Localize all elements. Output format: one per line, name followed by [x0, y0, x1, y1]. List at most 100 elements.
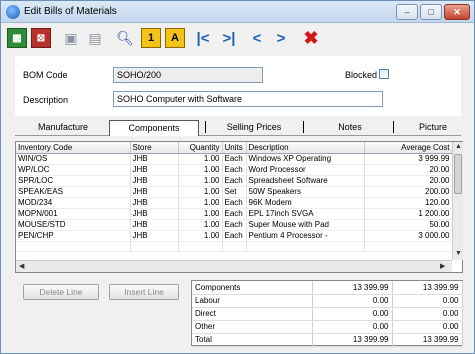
table-row[interactable] — [16, 241, 453, 253]
cell-quantity[interactable]: 1.00 — [178, 208, 223, 220]
cell-units[interactable]: Set — [222, 186, 247, 198]
cell-average-cost[interactable]: 50.00 — [364, 219, 453, 231]
vertical-scroll-thumb[interactable] — [454, 154, 462, 194]
cell-inventory-code[interactable] — [16, 241, 131, 253]
table-row[interactable]: MOPN/001 JHB 1.00 Each EPL 17inch SVGA 1… — [16, 208, 453, 220]
table-row[interactable]: MOD/234 JHB 1.00 Each 96K Modem 120.00 — [16, 197, 453, 209]
cell-average-cost[interactable]: 3 000.00 — [364, 230, 453, 242]
table-row[interactable]: SPEAK/EAS JHB 1.00 Set 50W Speakers 200.… — [16, 186, 453, 198]
tab-notes[interactable]: Notes — [315, 120, 385, 136]
cell-units[interactable] — [222, 241, 247, 253]
cell-inventory-code[interactable]: PEN/CHP — [16, 230, 131, 242]
cell-store[interactable] — [130, 241, 179, 253]
cell-description[interactable]: Windows XP Operating — [246, 153, 365, 165]
cell-quantity[interactable] — [178, 241, 223, 253]
column-header-average-cost[interactable]: Average Cost — [364, 142, 453, 154]
cell-inventory-code[interactable]: MOUSE/STD — [16, 219, 131, 231]
maximize-button[interactable]: □ — [420, 4, 442, 20]
cell-units[interactable]: Each — [222, 197, 247, 209]
last-record-icon[interactable]: >| — [219, 28, 239, 48]
minimize-button[interactable]: – — [396, 4, 418, 20]
description-field[interactable]: SOHO Computer with Software — [113, 91, 383, 107]
save-icon[interactable]: ▣ — [61, 28, 81, 48]
cell-store[interactable]: JHB — [130, 197, 179, 209]
cell-store[interactable]: JHB — [130, 186, 179, 198]
letter-a-icon[interactable]: A — [165, 28, 185, 48]
scroll-down-icon[interactable]: ▼ — [455, 250, 462, 257]
cell-description[interactable]: Spreadsheet Software — [246, 175, 365, 187]
previous-record-icon[interactable]: < — [247, 28, 267, 48]
cell-units[interactable]: Each — [222, 164, 247, 176]
cell-store[interactable]: JHB — [130, 230, 179, 242]
delete-line-button[interactable]: Delete Line — [23, 284, 99, 300]
save-all-icon[interactable]: ▤ — [85, 28, 105, 48]
tab-selling-prices[interactable]: Selling Prices — [211, 120, 297, 136]
scroll-up-icon[interactable]: ▲ — [455, 143, 462, 150]
cell-inventory-code[interactable]: MOPN/001 — [16, 208, 131, 220]
cell-quantity[interactable]: 1.00 — [178, 186, 223, 198]
cell-average-cost[interactable]: 1 200.00 — [364, 208, 453, 220]
cell-store[interactable]: JHB — [130, 175, 179, 187]
next-record-icon[interactable]: > — [271, 28, 291, 48]
search-icon[interactable]: 🔍︎ — [115, 28, 135, 48]
tab-manufacture[interactable]: Manufacture — [21, 120, 105, 136]
cancel-icon[interactable]: ✖ — [301, 28, 321, 48]
cell-store[interactable]: JHB — [130, 164, 179, 176]
cell-quantity[interactable]: 1.00 — [178, 153, 223, 165]
cell-inventory-code[interactable]: WP/LOC — [16, 164, 131, 176]
column-header-inventory-code[interactable]: Inventory Code — [16, 142, 131, 154]
blocked-checkbox[interactable] — [379, 69, 389, 79]
cell-store[interactable]: JHB — [130, 219, 179, 231]
cell-description[interactable]: Pentium 4 Processor - — [246, 230, 365, 242]
bom-code-field[interactable]: SOHO/200 — [113, 67, 263, 83]
vertical-scrollbar[interactable]: ▲ ▼ — [452, 142, 463, 260]
cell-description[interactable]: 50W Speakers — [246, 186, 365, 198]
tab-picture[interactable]: Picture — [405, 120, 461, 136]
table-row[interactable]: PEN/CHP JHB 1.00 Each Pentium 4 Processo… — [16, 230, 453, 242]
column-header-description[interactable]: Description — [246, 142, 365, 154]
cell-description[interactable]: EPL 17inch SVGA — [246, 208, 365, 220]
insert-line-button[interactable]: Insert Line — [109, 284, 179, 300]
table-row[interactable]: WIN/OS JHB 1.00 Each Windows XP Operatin… — [16, 153, 453, 165]
table-row[interactable]: WP/LOC JHB 1.00 Each Word Processor 20.0… — [16, 164, 453, 176]
cell-inventory-code[interactable]: MOD/234 — [16, 197, 131, 209]
first-record-icon[interactable]: |< — [193, 28, 213, 48]
table-row[interactable]: SPR/LOC JHB 1.00 Each Spreadsheet Softwa… — [16, 175, 453, 187]
column-header-units[interactable]: Units — [222, 142, 247, 154]
cell-units[interactable]: Each — [222, 175, 247, 187]
cell-quantity[interactable]: 1.00 — [178, 219, 223, 231]
cell-inventory-code[interactable]: SPEAK/EAS — [16, 186, 131, 198]
tab-components[interactable]: Components — [109, 120, 199, 136]
cell-description[interactable]: Word Processor — [246, 164, 365, 176]
cell-units[interactable]: Each — [222, 208, 247, 220]
cell-store[interactable]: JHB — [130, 153, 179, 165]
cell-store[interactable]: JHB — [130, 208, 179, 220]
cell-inventory-code[interactable]: SPR/LOC — [16, 175, 131, 187]
cell-quantity[interactable]: 1.00 — [178, 175, 223, 187]
cell-quantity[interactable]: 1.00 — [178, 230, 223, 242]
horizontal-scrollbar[interactable]: ◀ ▶ — [16, 260, 452, 272]
table-row[interactable]: MOUSE/STD JHB 1.00 Each Super Mouse with… — [16, 219, 453, 231]
cell-average-cost[interactable] — [364, 241, 453, 253]
scroll-right-icon[interactable]: ▶ — [440, 262, 445, 270]
cell-description[interactable]: 96K Modem — [246, 197, 365, 209]
cell-quantity[interactable]: 1.00 — [178, 164, 223, 176]
cell-description[interactable]: Super Mouse with Pad — [246, 219, 365, 231]
cell-average-cost[interactable]: 20.00 — [364, 164, 453, 176]
cell-units[interactable]: Each — [222, 230, 247, 242]
column-header-quantity[interactable]: Quantity — [178, 142, 223, 154]
number-one-icon[interactable]: 1 — [141, 28, 161, 48]
cell-average-cost[interactable]: 120.00 — [364, 197, 453, 209]
column-header-store[interactable]: Store — [130, 142, 179, 154]
cell-units[interactable]: Each — [222, 153, 247, 165]
cell-inventory-code[interactable]: WIN/OS — [16, 153, 131, 165]
cell-average-cost[interactable]: 200.00 — [364, 186, 453, 198]
scroll-left-icon[interactable]: ◀ — [19, 262, 24, 270]
close-button[interactable]: ✕ — [444, 4, 470, 20]
cell-description[interactable] — [246, 241, 365, 253]
cell-average-cost[interactable]: 20.00 — [364, 175, 453, 187]
cell-average-cost[interactable]: 3 999.99 — [364, 153, 453, 165]
spreadsheet-icon[interactable]: ▦ — [7, 28, 27, 48]
cell-quantity[interactable]: 1.00 — [178, 197, 223, 209]
delete-record-icon[interactable]: ⊠ — [31, 28, 51, 48]
